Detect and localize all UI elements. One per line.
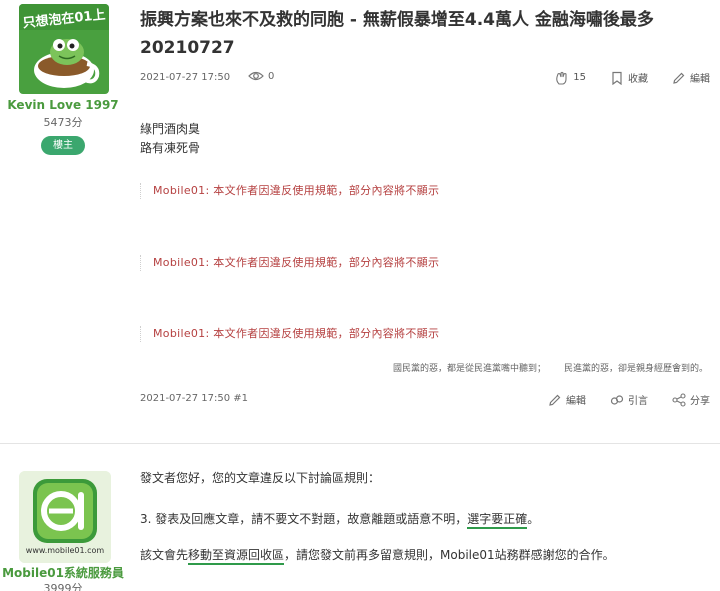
post-footer: 2021-07-27 17:50 #1 編輯 引言 分享 [140, 392, 710, 408]
logo-caption: www.mobile01.com [25, 546, 105, 555]
op-badge: 樓主 [41, 136, 85, 155]
bookmark-button[interactable]: 收藏 [610, 70, 648, 85]
share-label: 分享 [690, 396, 710, 407]
rule-highlight: 選字要正確 [467, 512, 528, 529]
author-signature: 國民黨的惡，都是從民進黨嘴中聽到； 民進黨的惡，卻是親身經歷會到的。 [393, 361, 708, 374]
system-message-line: 發文者您好，您的文章違反以下討論區規則： [140, 471, 381, 485]
eye-icon [248, 71, 264, 81]
post-body: 綠門酒肉臭 路有凍死骨 [140, 120, 200, 158]
action-highlight: 移動至資源回收區 [188, 548, 285, 565]
system-rule-line: 3. 發表及回應文章，請不要文不對題，故意離題或語意不明，選字要正確。 [140, 510, 540, 529]
action-text: 該文會先 [140, 548, 189, 562]
action-text-end: ，請您發文前再多留意規則，Mobile01站務群感謝您的合作。 [284, 548, 615, 562]
signature-line: 民進黨的惡，卻是親身經歷會到的。 [563, 364, 708, 374]
footer-edit-button[interactable]: 編輯 [548, 392, 586, 407]
hidden-content-notice: Mobile01: 本文作者因違反使用規範，部分內容將不顯示 [140, 326, 710, 342]
share-icon [672, 392, 686, 407]
like-button[interactable]: 15 [555, 71, 586, 85]
author-score: 5473分 [43, 116, 83, 129]
like-count: 15 [573, 72, 586, 83]
pencil-icon [549, 394, 561, 406]
quote-button[interactable]: 引言 [610, 392, 648, 407]
notice-text: Mobile01: 本文作者因違反使用規範，部分內容將不顯示 [153, 184, 440, 197]
body-line: 路有凍死骨 [140, 141, 201, 155]
system-author-score: 3999分 [43, 582, 83, 591]
quote-label: 引言 [628, 396, 648, 407]
hidden-content-notice: Mobile01: 本文作者因違反使用規範，部分內容將不顯示 [140, 183, 710, 199]
bookmark-label: 收藏 [628, 74, 648, 85]
author-avatar[interactable]: 只想泡在01上 [19, 4, 109, 94]
notice-text: Mobile01: 本文作者因違反使用規範，部分內容將不顯示 [153, 327, 440, 340]
quote-icon [610, 394, 624, 405]
rule-text: 3. 發表及回應文章，請不要文不對題，故意離題或語意不明， [140, 512, 468, 526]
footer-edit-label: 編輯 [566, 396, 586, 407]
view-count-value: 0 [268, 70, 275, 82]
hidden-content-notice: Mobile01: 本文作者因違反使用規範，部分內容將不顯示 [140, 255, 710, 271]
post-date-floor: 2021-07-27 17:50 #1 [140, 393, 249, 404]
edit-button[interactable]: 編輯 [672, 70, 710, 85]
notice-text: Mobile01: 本文作者因違反使用規範，部分內容將不顯示 [153, 256, 440, 269]
mobile01-logo[interactable]: www.mobile01.com [19, 471, 111, 563]
post-meta: 2021-07-27 17:50 0 15 收藏 編輯 [140, 70, 710, 88]
system-author-name[interactable]: Mobile01系統服務員 [0, 564, 126, 581]
signature-line: 國民黨的惡，都是從民進黨嘴中聽到； [392, 364, 546, 374]
rule-end: 。 [527, 512, 540, 526]
post-2: www.mobile01.com Mobile01系統服務員 3999分 發文者… [0, 444, 720, 591]
body-line: 綠門酒肉臭 [140, 122, 201, 136]
post-date: 2021-07-27 17:50 [140, 72, 231, 83]
view-count: 0 [248, 70, 274, 82]
pencil-icon [673, 72, 685, 84]
post-actions: 15 收藏 編輯 [531, 70, 710, 85]
clap-icon [556, 71, 567, 85]
edit-label: 編輯 [690, 74, 710, 85]
author-name[interactable]: Kevin Love 1997 [0, 98, 126, 112]
post-1: 只想泡在01上 Kevin Love 1997 5473分 樓主 振興方案也來不… [0, 0, 720, 440]
footer-actions: 編輯 引言 分享 [524, 392, 710, 407]
share-button[interactable]: 分享 [672, 392, 710, 407]
system-action-line: 該文會先移動至資源回收區，請您發文前再多留意規則，Mobile01站務群感謝您的… [140, 546, 615, 565]
bookmark-icon [612, 71, 622, 85]
post-title: 振興方案也來不及救的同胞 - 無薪假暴增至4.4萬人 金融海嘯後最多 20210… [140, 10, 654, 58]
